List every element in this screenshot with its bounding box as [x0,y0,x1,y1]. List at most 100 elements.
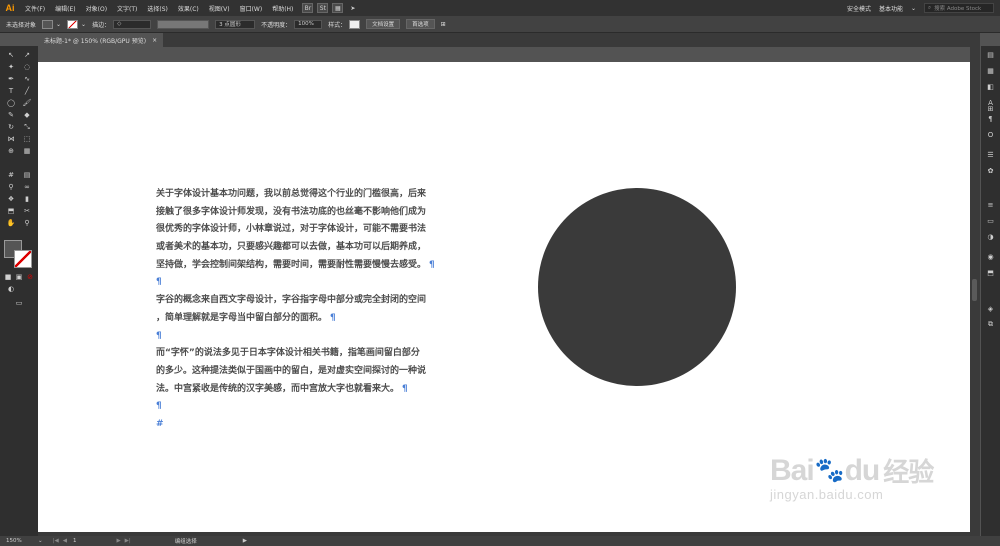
graphic-styles-icon[interactable]: ⬒ [985,268,996,277]
free-transform-tool-icon[interactable]: ⬚ [21,134,33,144]
appearance-icon[interactable]: ◉ [985,252,996,261]
artboards-icon[interactable]: ⧉ [985,320,996,329]
text-end-line: # [156,416,456,434]
slice-tool-icon[interactable]: ✂ [21,206,33,216]
stroke-swatch[interactable] [67,19,79,29]
chevron-down-icon[interactable]: ⌄ [911,5,916,12]
pilcrow-mark: ¶ [429,259,435,270]
stroke-color-swatch[interactable] [14,250,32,268]
zoom-level[interactable]: 150% [6,538,38,544]
perspective-grid-tool-icon[interactable]: ▦ [21,146,33,156]
libraries-icon[interactable]: ▦ [985,66,996,75]
column-graph-tool-icon[interactable]: ▮ [21,194,33,204]
preferences-button[interactable]: 首选项 [406,19,435,29]
properties-icon[interactable]: ▤ [985,50,996,59]
text-line: 字谷的概念来自西文字母设计，字谷指字母中部分或完全封闭的空间 [156,292,456,310]
hand-tool-icon[interactable]: ✋ [5,218,17,228]
text-line-content: 法。中宫紧收是传统的汉字美感，而中宫放大字也就看来大。 [156,383,400,394]
menu-item[interactable]: 效果(C) [173,4,204,13]
stroke-panel-icon[interactable]: ≡ [985,200,996,209]
direct-selection-tool-icon[interactable]: ↗ [21,50,33,60]
document-tab[interactable]: 未标题-1* @ 150% (RGB/GPU 预览) × [38,33,164,47]
width-tool-icon[interactable]: ⋈ [5,134,17,144]
eyedropper-tool-icon[interactable]: ⚲ [5,182,17,192]
transparency-icon[interactable]: ◑ [985,232,996,241]
pen-tool-icon[interactable]: ✒ [5,74,17,84]
stock-icon[interactable]: St [317,3,329,13]
align-icon[interactable]: ⊞ [441,21,446,28]
menu-item[interactable]: 窗口(W) [235,4,268,13]
prev-artboard-icon[interactable]: ◀ [63,538,67,544]
screen-mode-icon[interactable]: ▭ [13,298,25,308]
magic-wand-tool-icon[interactable]: ✦ [5,62,17,72]
drawing-mode-icon[interactable]: ◐ [5,284,17,294]
chevron-down-icon[interactable]: ⌄ [81,21,86,28]
lasso-tool-icon[interactable]: ◌ [21,62,33,72]
ellipse-tool-icon[interactable]: ◯ [5,98,17,108]
symbol-sprayer-tool-icon[interactable]: ❖ [5,194,17,204]
blend-tool-icon[interactable]: ∞ [21,182,33,192]
mesh-tool-icon[interactable]: # [5,170,17,180]
paintbrush-tool-icon[interactable]: 🖌 [21,98,33,108]
menu-item[interactable]: 编辑(E) [50,4,80,13]
layers-icon[interactable]: ☰ [985,150,996,159]
menu-item[interactable]: 帮助(H) [267,4,298,13]
circle-shape[interactable] [538,188,736,386]
type-tool-icon[interactable]: T [5,86,17,96]
app-logo: Ai [5,3,15,13]
area-text-block[interactable]: 关于字体设计基本功问题，我以前总觉得这个行业的门槛很高，后来 接触了很多字体设计师… [156,186,456,434]
text-line: ¶ [156,274,456,292]
document-setup-button[interactable]: 文档设置 [366,19,401,29]
variable-width-field[interactable] [157,19,210,29]
line-tool-icon[interactable]: ╱ [21,86,33,96]
paragraph-icon[interactable]: ¶ [985,114,996,123]
color-guide-icon[interactable]: ◧ [985,82,996,91]
send-icon[interactable]: ➤ [347,3,358,13]
fill-swatch[interactable] [42,19,54,29]
tools-panel: ↖ ↗ ✦ ◌ ✒ ∿ T ╱ ◯ 🖌 ✎ ◆ ↻ ⤡ ⋈ ⬚ ⊕ ▦ # ▤ … [0,46,38,536]
last-artboard-icon[interactable]: ▶| [125,538,131,544]
gradient-panel-icon[interactable]: ▭ [985,216,996,225]
style-swatch[interactable] [349,19,361,29]
menu-item[interactable]: 选择(S) [142,4,173,13]
symbols-icon[interactable]: ✿ [985,166,996,175]
opentype-icon[interactable]: O [985,130,996,139]
scrollbar-thumb[interactable] [972,279,977,301]
stock-search-input[interactable]: ⌕ 搜索 Adobe Stock [924,3,994,13]
close-icon[interactable]: × [152,37,157,44]
shaper-tool-icon[interactable]: ✎ [5,110,17,120]
artboard-number[interactable]: 1 [73,538,77,544]
character-icon[interactable]: A [985,98,996,107]
none-mode-icon[interactable]: ⊘ [24,272,36,282]
brush-definition[interactable]: 3 点圆形 [215,19,256,29]
first-artboard-icon[interactable]: |◀ [53,538,59,544]
menu-item[interactable]: 对象(O) [81,4,112,13]
curvature-tool-icon[interactable]: ∿ [21,74,33,84]
opacity-label: 不透明度： [261,21,292,29]
status-arrow-icon[interactable]: ▶ [243,538,247,544]
gradient-tool-icon[interactable]: ▤ [21,170,33,180]
opacity-field[interactable]: 100% [294,19,323,29]
chevron-down-icon[interactable]: ⌄ [56,21,61,28]
zoom-tool-icon[interactable]: ⚲ [21,218,33,228]
text-line: 的多少。这种提法类似于国画中的留白，是对虚实空间探讨的一种说 [156,363,456,381]
menu-item[interactable]: 文字(T) [112,4,142,13]
chevron-down-icon[interactable]: ⌄ [38,538,43,544]
rotate-tool-icon[interactable]: ↻ [5,122,17,132]
menu-item[interactable]: 视图(V) [204,4,235,13]
selection-tool-icon[interactable]: ↖ [5,50,17,60]
watermark-cn: 经验 [883,457,934,487]
menu-item[interactable]: 文件(F) [20,4,50,13]
workspace-switcher[interactable]: 基本功能 [879,4,903,13]
bridge-icon[interactable]: Br [302,3,314,13]
arrange-documents-icon[interactable]: ▦ [332,3,344,13]
next-artboard-icon[interactable]: ▶ [116,538,120,544]
artboard-tool-icon[interactable]: ⬒ [5,206,17,216]
stroke-weight-field[interactable]: ◇ [113,19,152,29]
shape-builder-tool-icon[interactable]: ⊕ [5,146,17,156]
layers-stack-icon[interactable]: ◈ [985,304,996,313]
scale-tool-icon[interactable]: ⤡ [21,122,33,132]
eraser-tool-icon[interactable]: ◆ [21,110,33,120]
workspace-mode[interactable]: 安全模式 [847,4,871,13]
vertical-scrollbar[interactable] [970,46,980,536]
